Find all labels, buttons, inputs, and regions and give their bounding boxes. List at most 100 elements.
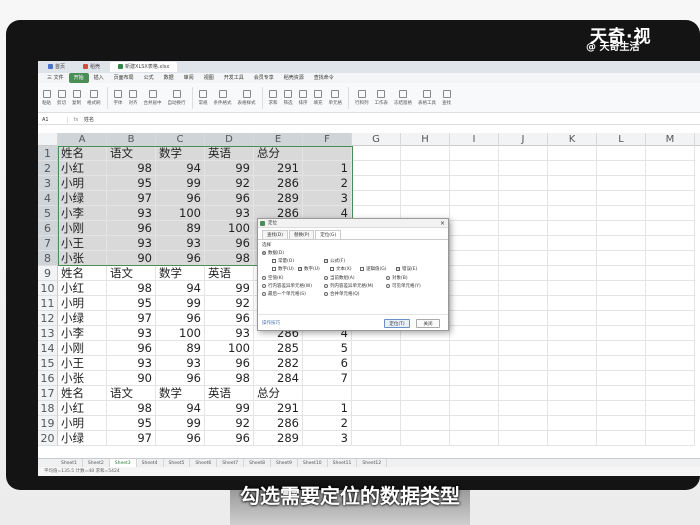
grid-cell[interactable] (646, 266, 695, 281)
grid-cell[interactable] (450, 251, 499, 266)
grid-cell[interactable]: 93 (156, 356, 205, 371)
grid-cell[interactable]: 90 (107, 371, 156, 386)
grid-cell[interactable]: 93 (205, 206, 254, 221)
grid-cell[interactable] (548, 326, 597, 341)
grid-cell[interactable] (548, 371, 597, 386)
column-header[interactable]: F (303, 133, 352, 146)
grid-cell[interactable]: 98 (107, 401, 156, 416)
grid-cell[interactable] (548, 311, 597, 326)
grid-cell[interactable]: 96 (156, 191, 205, 206)
grid-cell[interactable]: 92 (205, 176, 254, 191)
grid-cell[interactable]: 数学 (156, 386, 205, 401)
ribbon-button[interactable]: 求和 (269, 89, 278, 106)
grid-cell[interactable]: 96 (156, 431, 205, 446)
tab-goto[interactable]: 定位(G) (315, 230, 342, 239)
grid-cell[interactable]: 99 (205, 401, 254, 416)
ribbon-button[interactable]: 表格样式 (238, 89, 256, 106)
grid-cell[interactable]: 96 (107, 341, 156, 356)
grid-cell[interactable]: 2 (303, 176, 352, 191)
menu-item[interactable]: 三 文件 (42, 73, 69, 83)
grid-cell[interactable]: 小王 (58, 356, 107, 371)
grid-cell[interactable] (646, 431, 695, 446)
grid-cell[interactable]: 286 (254, 176, 303, 191)
ribbon-button[interactable]: 冻结窗格 (394, 89, 412, 106)
menu-item[interactable]: 开发工具 (219, 73, 249, 83)
ribbon-button[interactable]: 表格工具 (418, 89, 436, 106)
grid-cell[interactable] (548, 341, 597, 356)
grid-cell[interactable]: 小红 (58, 161, 107, 176)
grid-cell[interactable]: 总分 (254, 146, 303, 161)
column-header[interactable]: K (548, 133, 597, 146)
ribbon-button[interactable]: 筛选 (284, 89, 293, 106)
grid-cell[interactable]: 282 (254, 356, 303, 371)
grid-cell[interactable]: 99 (205, 161, 254, 176)
row-header[interactable]: 8 (38, 251, 58, 266)
grid-cell[interactable] (499, 161, 548, 176)
locate-button[interactable]: 定位(T) (384, 319, 410, 328)
grid-cell[interactable] (499, 191, 548, 206)
grid-cell[interactable]: 89 (156, 341, 205, 356)
row-header[interactable]: 10 (38, 281, 58, 296)
grid-cell[interactable]: 小明 (58, 296, 107, 311)
menu-item[interactable]: 开始 (68, 73, 89, 83)
grid-cell[interactable] (499, 416, 548, 431)
grid-cell[interactable]: 100 (205, 221, 254, 236)
row-header[interactable]: 3 (38, 176, 58, 191)
grid-cell[interactable] (401, 356, 450, 371)
ribbon-button[interactable]: 合并居中 (144, 89, 162, 106)
grid-cell[interactable]: 100 (205, 341, 254, 356)
grid-cell[interactable] (352, 401, 401, 416)
grid-cell[interactable] (450, 221, 499, 236)
grid-cell[interactable]: 99 (156, 296, 205, 311)
grid-cell[interactable] (548, 281, 597, 296)
grid-cell[interactable]: 数学 (156, 266, 205, 281)
grid-cell[interactable] (352, 431, 401, 446)
grid-cell[interactable]: 97 (107, 191, 156, 206)
menu-item[interactable]: 审阅 (179, 73, 199, 83)
row-header[interactable]: 9 (38, 266, 58, 281)
row-header[interactable]: 18 (38, 401, 58, 416)
row-header[interactable]: 11 (38, 296, 58, 311)
fx-icon[interactable]: fx (68, 117, 84, 123)
grid-cell[interactable] (450, 236, 499, 251)
corner-cell[interactable] (38, 133, 58, 146)
grid-cell[interactable]: 94 (156, 281, 205, 296)
grid-cell[interactable] (499, 386, 548, 401)
grid-cell[interactable]: 93 (107, 236, 156, 251)
grid-cell[interactable]: 小张 (58, 371, 107, 386)
grid-cell[interactable] (450, 386, 499, 401)
grid-cell[interactable]: 姓名 (58, 146, 107, 161)
grid-cell[interactable] (597, 386, 646, 401)
grid-cell[interactable]: 2 (303, 416, 352, 431)
grid-cell[interactable] (303, 146, 352, 161)
grid-cell[interactable] (597, 191, 646, 206)
grid-cell[interactable] (646, 191, 695, 206)
grid-cell[interactable] (352, 176, 401, 191)
grid-cell[interactable] (499, 326, 548, 341)
grid-cell[interactable] (352, 371, 401, 386)
grid-cell[interactable] (303, 386, 352, 401)
column-header[interactable]: L (597, 133, 646, 146)
grid-cell[interactable]: 英语 (205, 266, 254, 281)
grid-cell[interactable] (646, 221, 695, 236)
grid-cell[interactable] (499, 281, 548, 296)
grid-cell[interactable]: 89 (156, 221, 205, 236)
grid-cell[interactable] (646, 176, 695, 191)
grid-cell[interactable] (499, 266, 548, 281)
grid-cell[interactable] (548, 146, 597, 161)
grid-cell[interactable] (597, 341, 646, 356)
ribbon-button[interactable]: 填充 (314, 89, 323, 106)
grid-cell[interactable]: 小明 (58, 416, 107, 431)
grid-cell[interactable]: 92 (205, 296, 254, 311)
menu-item[interactable]: 插入 (89, 73, 109, 83)
row-header[interactable]: 17 (38, 386, 58, 401)
row-header[interactable]: 4 (38, 191, 58, 206)
column-header[interactable]: J (499, 133, 548, 146)
ribbon-button[interactable]: 对齐 (129, 89, 138, 106)
row-header[interactable]: 14 (38, 341, 58, 356)
grid-cell[interactable] (646, 236, 695, 251)
menu-item[interactable]: 查找命令 (309, 73, 339, 83)
grid-cell[interactable]: 96 (156, 311, 205, 326)
document-tab[interactable]: 稻壳 (75, 62, 108, 72)
row-header[interactable]: 7 (38, 236, 58, 251)
